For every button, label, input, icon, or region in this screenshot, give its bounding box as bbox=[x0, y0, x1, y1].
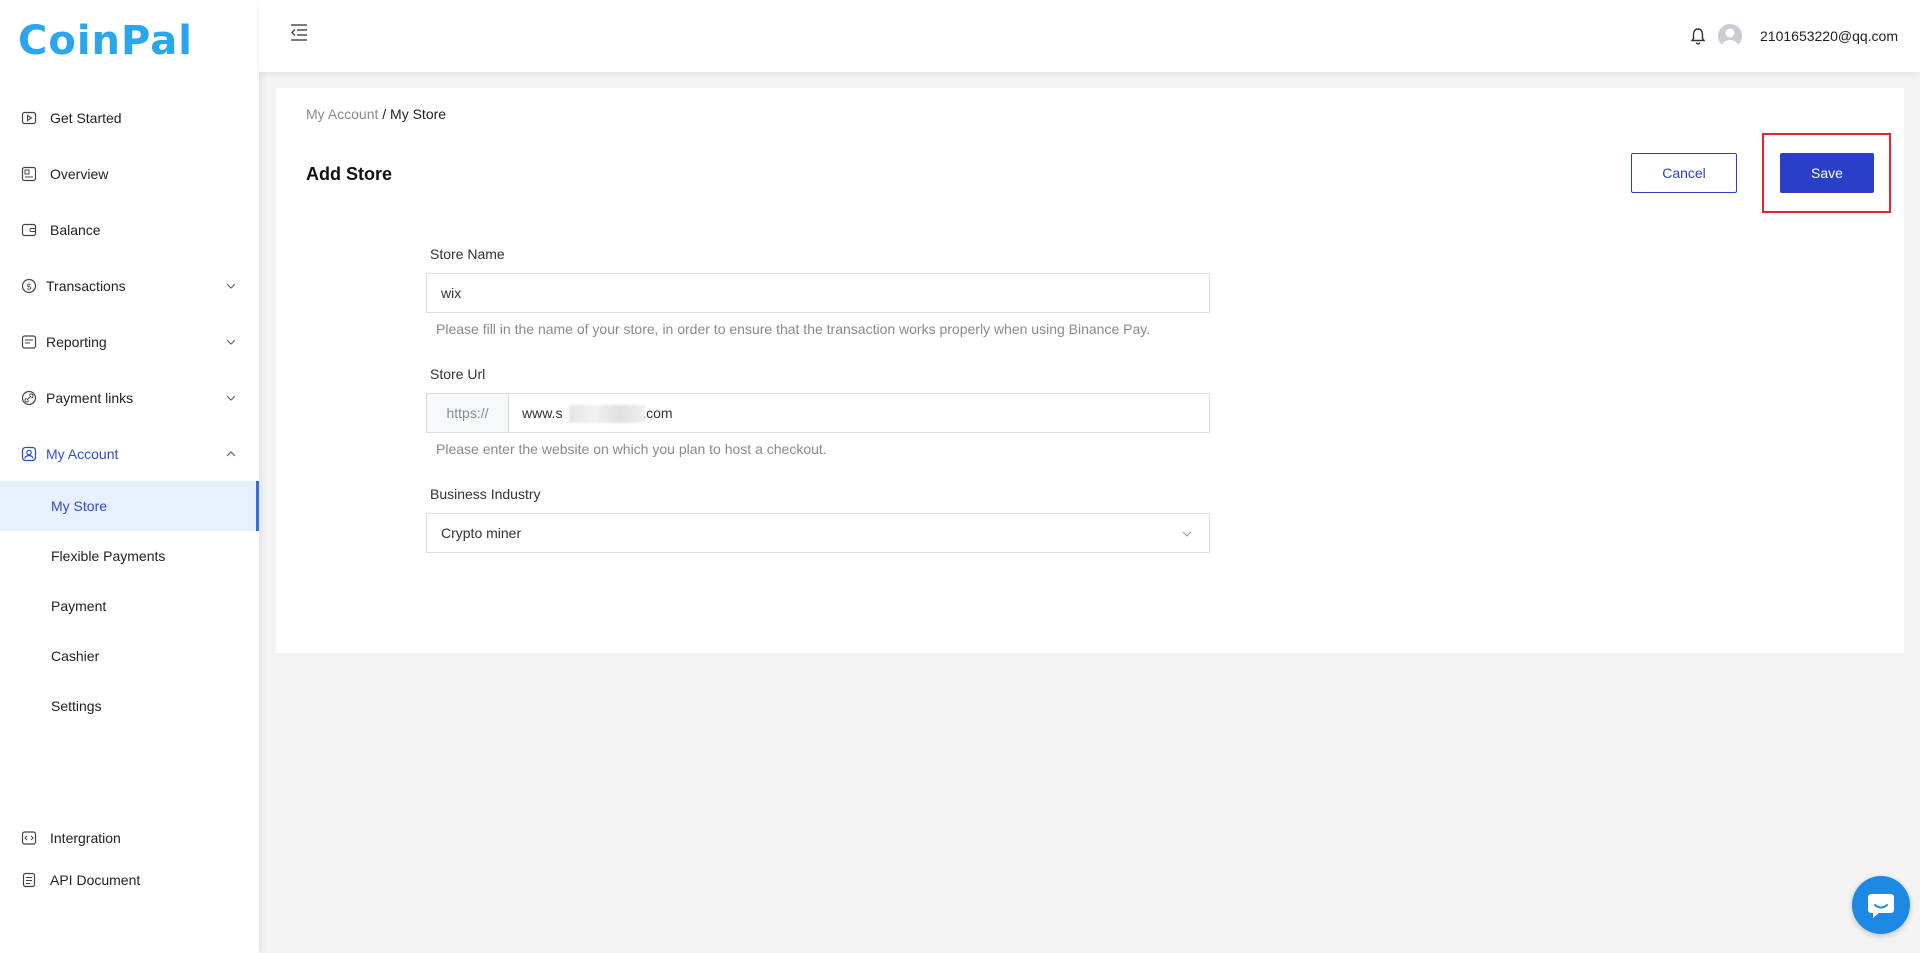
redaction-blur bbox=[569, 405, 645, 423]
document-icon bbox=[20, 871, 38, 889]
sidebar-item-label: Intergration bbox=[50, 830, 121, 846]
top-header: 2101653220@qq.com bbox=[259, 0, 1920, 72]
store-url-value-start: www.s bbox=[522, 405, 563, 421]
chevron-up-icon bbox=[226, 451, 236, 457]
breadcrumb-my-store: My Store bbox=[390, 106, 447, 122]
breadcrumb-separator: / bbox=[382, 106, 387, 122]
sidebar-item-reporting[interactable]: Reporting bbox=[0, 317, 259, 367]
code-icon bbox=[20, 829, 38, 847]
sidebar-item-label: Payment links bbox=[46, 390, 134, 406]
sidebar-item-label: API Document bbox=[50, 872, 141, 888]
store-name-input[interactable]: wix bbox=[426, 273, 1210, 313]
sidebar-subitem-label: Cashier bbox=[51, 648, 100, 664]
sidebar-item-transactions[interactable]: $ Transactions bbox=[0, 261, 259, 311]
breadcrumb: My Account / My Store bbox=[306, 106, 446, 122]
business-industry-select[interactable]: Crypto miner bbox=[426, 513, 1210, 553]
sidebar-item-balance[interactable]: Balance bbox=[0, 205, 259, 255]
sidebar-item-label: Reporting bbox=[46, 334, 107, 350]
breadcrumb-my-account[interactable]: My Account bbox=[306, 106, 378, 122]
store-name-label: Store Name bbox=[430, 246, 505, 262]
play-icon bbox=[20, 109, 38, 127]
chevron-down-icon bbox=[226, 395, 236, 401]
user-email[interactable]: 2101653220@qq.com bbox=[1760, 28, 1898, 44]
sidebar-subitem-label: Settings bbox=[51, 698, 102, 714]
dollar-icon: $ bbox=[20, 277, 38, 295]
sidebar-subitem-payment[interactable]: Payment bbox=[0, 581, 259, 631]
chat-icon bbox=[1868, 894, 1894, 918]
chevron-down-icon bbox=[1182, 531, 1192, 537]
wallet-icon bbox=[20, 221, 38, 239]
sidebar-item-api-document[interactable]: API Document bbox=[0, 855, 259, 905]
store-url-hint: Please enter the website on which you pl… bbox=[436, 441, 827, 457]
chat-support-button[interactable] bbox=[1852, 876, 1910, 934]
user-icon bbox=[20, 445, 38, 463]
add-store-card: My Account / My Store Add Store Cancel S… bbox=[276, 88, 1904, 653]
svg-text:$: $ bbox=[26, 283, 32, 293]
save-button[interactable]: Save bbox=[1780, 153, 1874, 193]
sidebar-subitem-flexible-payments[interactable]: Flexible Payments bbox=[0, 531, 259, 581]
sidebar-subitem-cashier[interactable]: Cashier bbox=[0, 631, 259, 681]
sidebar-item-label: Balance bbox=[50, 222, 101, 238]
link-icon bbox=[20, 389, 38, 407]
store-url-input[interactable]: www.s g.com bbox=[509, 394, 1209, 432]
sidebar-item-get-started[interactable]: Get Started bbox=[0, 93, 259, 143]
sidebar-subitem-label: Flexible Payments bbox=[51, 548, 166, 564]
sidebar-item-payment-links[interactable]: Payment links bbox=[0, 373, 259, 423]
dashboard-icon bbox=[20, 165, 38, 183]
sidebar-item-label: Transactions bbox=[46, 278, 126, 294]
sidebar: CoinPal Get Started Overview Balance $ T… bbox=[0, 0, 259, 953]
menu-collapse-icon[interactable] bbox=[289, 22, 309, 42]
sidebar-item-label: Overview bbox=[50, 166, 109, 182]
sidebar-subitem-my-store[interactable]: My Store bbox=[0, 481, 259, 531]
sidebar-item-label: My Account bbox=[46, 446, 119, 462]
coinpal-logo[interactable]: CoinPal bbox=[18, 18, 193, 64]
page-title: Add Store bbox=[306, 164, 393, 184]
sidebar-item-label: Get Started bbox=[50, 110, 122, 126]
sidebar-item-my-account[interactable]: My Account bbox=[0, 429, 259, 479]
store-url-label: Store Url bbox=[430, 366, 486, 382]
sidebar-item-overview[interactable]: Overview bbox=[0, 149, 259, 199]
avatar[interactable] bbox=[1718, 24, 1742, 48]
chevron-down-icon bbox=[226, 283, 236, 289]
store-url-field: https:// www.s g.com bbox=[426, 393, 1210, 433]
store-name-value: wix bbox=[441, 285, 462, 301]
url-prefix: https:// bbox=[427, 394, 509, 432]
bell-icon[interactable] bbox=[1689, 26, 1707, 46]
business-industry-label: Business Industry bbox=[430, 486, 541, 502]
chevron-down-icon bbox=[226, 339, 236, 345]
sidebar-subitem-settings[interactable]: Settings bbox=[0, 681, 259, 731]
store-name-hint: Please fill in the name of your store, i… bbox=[436, 321, 1151, 337]
cancel-button[interactable]: Cancel bbox=[1631, 153, 1737, 193]
sidebar-subitem-label: Payment bbox=[51, 598, 107, 614]
business-industry-value: Crypto miner bbox=[441, 525, 522, 541]
avatar-person-icon bbox=[1721, 28, 1739, 48]
sidebar-subitem-label: My Store bbox=[51, 498, 108, 514]
report-icon bbox=[20, 333, 38, 351]
